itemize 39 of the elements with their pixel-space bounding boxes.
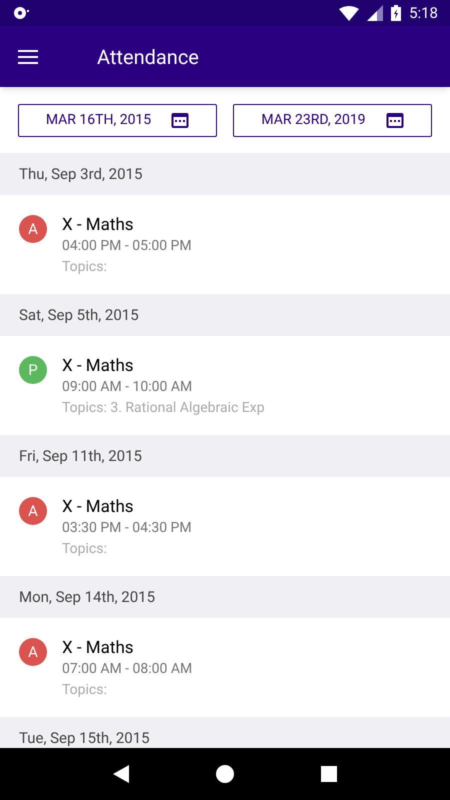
attendance-item[interactable]: P X - Maths 09:00 AM - 10:00 AM Topics: 3. Rational Algebraic Exp bbox=[0, 336, 450, 435]
topics-text: Topics: 3. Rational Algebraic Exp bbox=[62, 399, 265, 418]
status-avatar: A bbox=[19, 497, 47, 525]
date-label: Mon, Sep 14th, 2015 bbox=[19, 586, 156, 608]
time-range: 07:00 AM - 08:00 AM bbox=[62, 660, 192, 679]
clock: 5:18 bbox=[409, 2, 438, 24]
signal-icon bbox=[367, 5, 384, 21]
time-range: 09:00 AM - 10:00 AM bbox=[62, 378, 194, 397]
status-avatar: A bbox=[19, 215, 47, 243]
date-label: Sat, Sep 5th, 2015 bbox=[19, 304, 139, 326]
notification-icon bbox=[12, 6, 30, 20]
attendance-item[interactable]: A X - Maths 07:00 AM - 08:00 AM Topics: bbox=[0, 618, 450, 717]
status-avatar: P bbox=[19, 356, 47, 384]
date-picker-button[interactable]: MAR 23RD, 2019 bbox=[233, 104, 432, 136]
time-range: 03:30 PM - 04:30 PM bbox=[62, 519, 192, 538]
calendar-icon bbox=[386, 111, 404, 129]
date-label: Fri, Sep 11th, 2015 bbox=[19, 446, 142, 467]
status-avatar: A bbox=[19, 638, 47, 666]
recents-icon[interactable] bbox=[320, 766, 337, 782]
subject-title: X - Maths bbox=[62, 355, 135, 377]
subject-title: X - Maths bbox=[62, 496, 135, 518]
subject-title: X - Maths bbox=[62, 214, 135, 236]
date-picker-button[interactable]: MAR 16TH, 2015 bbox=[18, 104, 217, 136]
back-icon[interactable] bbox=[113, 765, 130, 783]
menu-icon[interactable] bbox=[18, 48, 38, 64]
wifi-icon bbox=[339, 6, 360, 20]
date-label: Thu, Sep 3rd, 2015 bbox=[19, 164, 142, 185]
battery-icon bbox=[391, 5, 402, 21]
topics-text: Topics: bbox=[62, 540, 108, 559]
home-icon[interactable] bbox=[216, 765, 234, 783]
attendance-item[interactable]: A X - Maths 03:30 PM - 04:30 PM Topics: bbox=[0, 477, 450, 576]
attendance-item[interactable]: A X - Maths 04:00 PM - 05:00 PM Topics: bbox=[0, 195, 450, 294]
calendar-icon bbox=[171, 111, 190, 129]
time-range: 04:00 PM - 05:00 PM bbox=[62, 237, 192, 256]
topics-text: Topics: bbox=[62, 258, 108, 277]
topics-text: Topics: bbox=[62, 681, 108, 700]
app-title: Attendance bbox=[97, 44, 199, 70]
subject-title: X - Maths bbox=[62, 637, 135, 659]
date-label: Tue, Sep 15th, 2015 bbox=[19, 728, 150, 748]
